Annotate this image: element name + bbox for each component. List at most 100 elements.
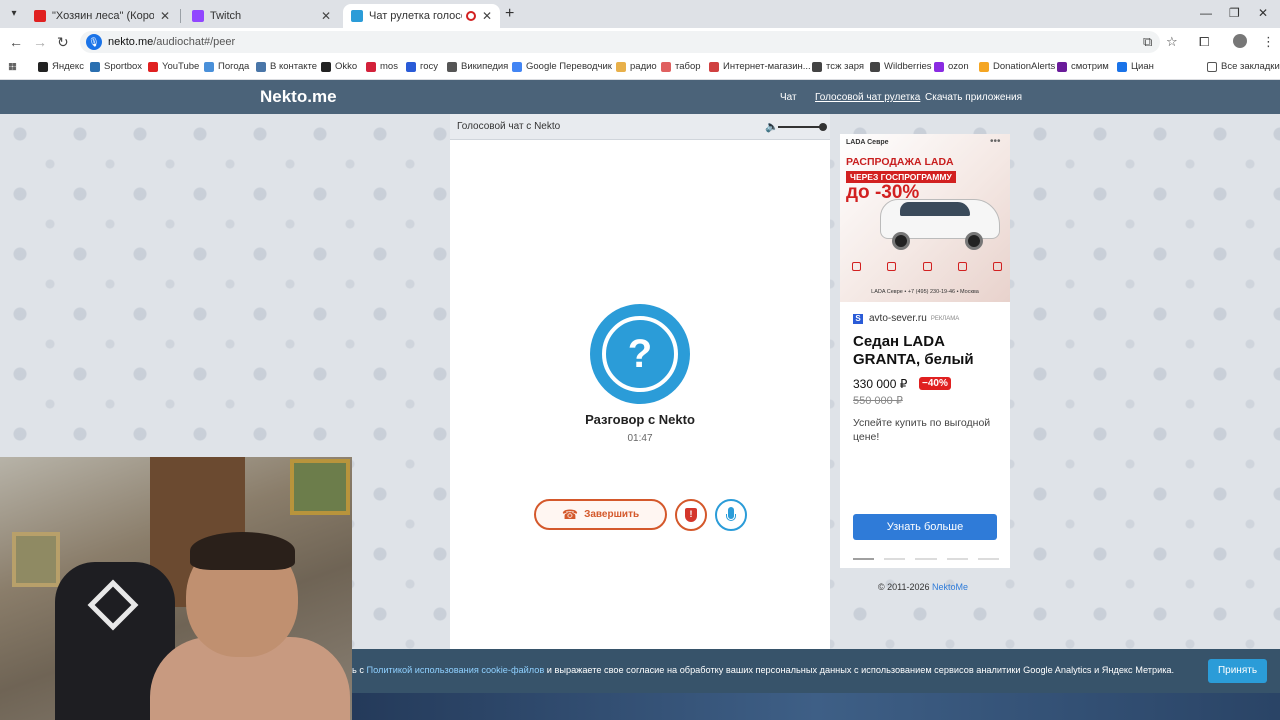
bookmark-label: Википедия — [461, 61, 509, 72]
close-icon[interactable]: ✕ — [482, 9, 492, 23]
bookmark-item[interactable]: Wildberries — [870, 61, 932, 72]
bookmark-label: mos — [380, 61, 398, 72]
reload-icon[interactable]: ↻ — [57, 34, 69, 50]
peer-avatar: ? — [590, 304, 690, 404]
bookmark-item[interactable]: Погода — [204, 61, 249, 72]
ad-banner-footer: LADA Севре • +7 (495) 230-19-46 • Москва — [871, 289, 979, 295]
forward-icon[interactable]: → — [33, 34, 47, 50]
tab-music[interactable]: "Хозяин леса" (Король и Шут) ✕ — [26, 4, 178, 28]
bookmark-item[interactable]: Интернет-магазин... — [709, 61, 811, 72]
ad-learn-more-button[interactable]: Узнать больше — [853, 514, 997, 540]
close-window-icon[interactable]: ✕ — [1258, 6, 1268, 20]
bookmark-item[interactable]: табор — [661, 61, 701, 72]
bookmark-label: Google Переводчик — [526, 61, 612, 72]
bookmark-item[interactable]: YouTube — [148, 61, 199, 72]
bookmark-label: DonationAlerts — [993, 61, 1056, 72]
address-bar[interactable]: 🎙 nekto.me/audiochat#/peer — [80, 31, 1160, 53]
bookmark-item[interactable]: тсж заря — [812, 61, 864, 72]
percent-icon — [887, 262, 897, 271]
bookmark-star-icon[interactable]: ☆ — [1166, 34, 1178, 50]
tab-search-icon[interactable]: ▾ — [6, 6, 22, 22]
bookmark-item[interactable]: ozon — [934, 61, 969, 72]
cast-icon[interactable]: ⧉ — [1143, 34, 1152, 50]
ad-source[interactable]: S avto-sever.ru РЕКЛАМА — [853, 313, 959, 324]
bookmark-item[interactable]: Циан — [1117, 61, 1154, 72]
nav-chat[interactable]: Чат — [780, 92, 797, 103]
bookmark-item[interactable]: mos — [366, 61, 398, 72]
bookmarks-bar: ▦ Яндекс Sportbox YouTube Погода В контакте O… — [0, 56, 1280, 80]
cookie-banner: ь с Политикой использования cookie-файло… — [352, 649, 1280, 693]
bookmark-favicon-icon — [38, 61, 48, 72]
volume-slider[interactable] — [778, 126, 824, 128]
tab-strip: ▾ "Хозяин леса" (Король и Шут) ✕ Twitch … — [0, 0, 1280, 28]
recording-icon — [465, 11, 476, 21]
tab-nekto[interactable]: Чат рулетка голосовая — ✕ — [343, 4, 500, 28]
extensions-icon[interactable]: ⧠ — [1199, 34, 1209, 50]
ad-menu-icon[interactable]: ••• — [990, 136, 1001, 147]
bookmark-item[interactable]: В контакте — [256, 61, 317, 72]
bookmark-favicon-icon — [979, 61, 989, 72]
bookmark-favicon-icon — [1117, 61, 1127, 72]
profile-avatar[interactable] — [1233, 34, 1247, 48]
bookmark-favicon-icon — [1057, 61, 1067, 72]
cookie-policy-link[interactable]: Политикой использования cookie-файлов — [367, 665, 545, 675]
ad-banner-image[interactable]: LADA Севре ••• РАСПРОДАЖА LADA ЧЕРЕЗ ГОС… — [840, 134, 1010, 302]
site-logo[interactable]: Nekto.me — [260, 87, 337, 107]
twitch-icon — [192, 10, 204, 22]
copyright: © 2011-2026 NektoMe — [878, 582, 969, 592]
copyright-link[interactable]: NektoMe — [932, 582, 968, 592]
bookmark-item[interactable]: радио — [616, 61, 657, 72]
bookmark-item[interactable]: Okko — [321, 61, 357, 72]
bookmark-item[interactable]: Sportbox — [90, 61, 142, 72]
apps-icon[interactable]: ▦ — [8, 61, 17, 72]
chat-header: Голосовой чат с Nekto 🔈 — [450, 114, 830, 140]
close-icon[interactable]: ✕ — [160, 9, 170, 23]
bookmark-favicon-icon — [870, 61, 880, 72]
new-tab-button[interactable]: + — [505, 6, 514, 22]
bookmark-item[interactable]: Яндекс — [38, 61, 84, 72]
bookmark-label: Яндекс — [52, 61, 84, 72]
restore-icon[interactable]: ❐ — [1229, 6, 1240, 20]
bookmark-item[interactable]: Википедия — [447, 61, 508, 72]
webcam-person-hair — [190, 532, 295, 570]
bookmark-label: радио — [630, 61, 657, 72]
ad-banner-brand: LADA Севре — [846, 139, 889, 146]
bookmark-label: YouTube — [162, 61, 200, 72]
bookmark-label: табор — [675, 61, 701, 72]
ad-carousel-indicator[interactable] — [853, 558, 1000, 560]
advertisement[interactable]: LADA Севре ••• РАСПРОДАЖА LADA ЧЕРЕЗ ГОС… — [840, 134, 1010, 568]
ad-title[interactable]: Седан LADA GRANTA, белый — [853, 333, 1003, 369]
nav-download-apps[interactable]: Скачать приложения — [925, 92, 1022, 103]
bookmark-item[interactable]: Google Переводчик — [512, 61, 612, 72]
back-icon[interactable]: ← — [9, 34, 23, 50]
tab-twitch[interactable]: Twitch ✕ — [184, 4, 339, 28]
peer-name: Разговор с Nekto — [585, 412, 695, 427]
accept-cookies-button[interactable]: Принять — [1208, 659, 1267, 683]
bookmark-favicon-icon — [321, 61, 331, 72]
webcam-picture-frame — [12, 532, 60, 587]
call-timer: 01:47 — [627, 433, 653, 444]
browser-toolbar: ← → ↻ 🎙 nekto.me/audiochat#/peer ⧉ ☆ ⧠ ⋮ — [0, 28, 1280, 56]
nav-voice-chat[interactable]: Голосовой чат рулетка — [815, 92, 920, 103]
bookmark-favicon-icon — [661, 61, 671, 72]
check-shield-icon — [993, 262, 1002, 271]
volume-icon[interactable]: 🔈 — [765, 120, 779, 133]
volume-slider-handle[interactable] — [819, 123, 827, 131]
bookmark-favicon-icon — [406, 61, 416, 72]
ad-discount-badge: −40% — [919, 377, 951, 390]
bookmark-item[interactable]: смотрим — [1057, 61, 1109, 72]
document-icon — [957, 262, 967, 271]
bookmark-favicon-icon — [447, 61, 457, 72]
all-bookmarks[interactable]: Все закладки — [1207, 61, 1280, 72]
webcam-painting — [290, 459, 350, 515]
close-icon[interactable]: ✕ — [321, 9, 331, 23]
bookmark-item[interactable]: госу — [406, 61, 438, 72]
report-button[interactable]: ! — [675, 499, 707, 531]
site-info-icon[interactable]: 🎙 — [86, 34, 102, 50]
minimize-icon[interactable]: — — [1200, 6, 1212, 20]
microphone-button[interactable] — [715, 499, 747, 531]
menu-icon[interactable]: ⋮ — [1262, 34, 1275, 50]
family-icon — [922, 262, 932, 271]
end-call-button[interactable]: ☎ Завершить — [534, 499, 667, 530]
bookmark-item[interactable]: DonationAlerts — [979, 61, 1055, 72]
